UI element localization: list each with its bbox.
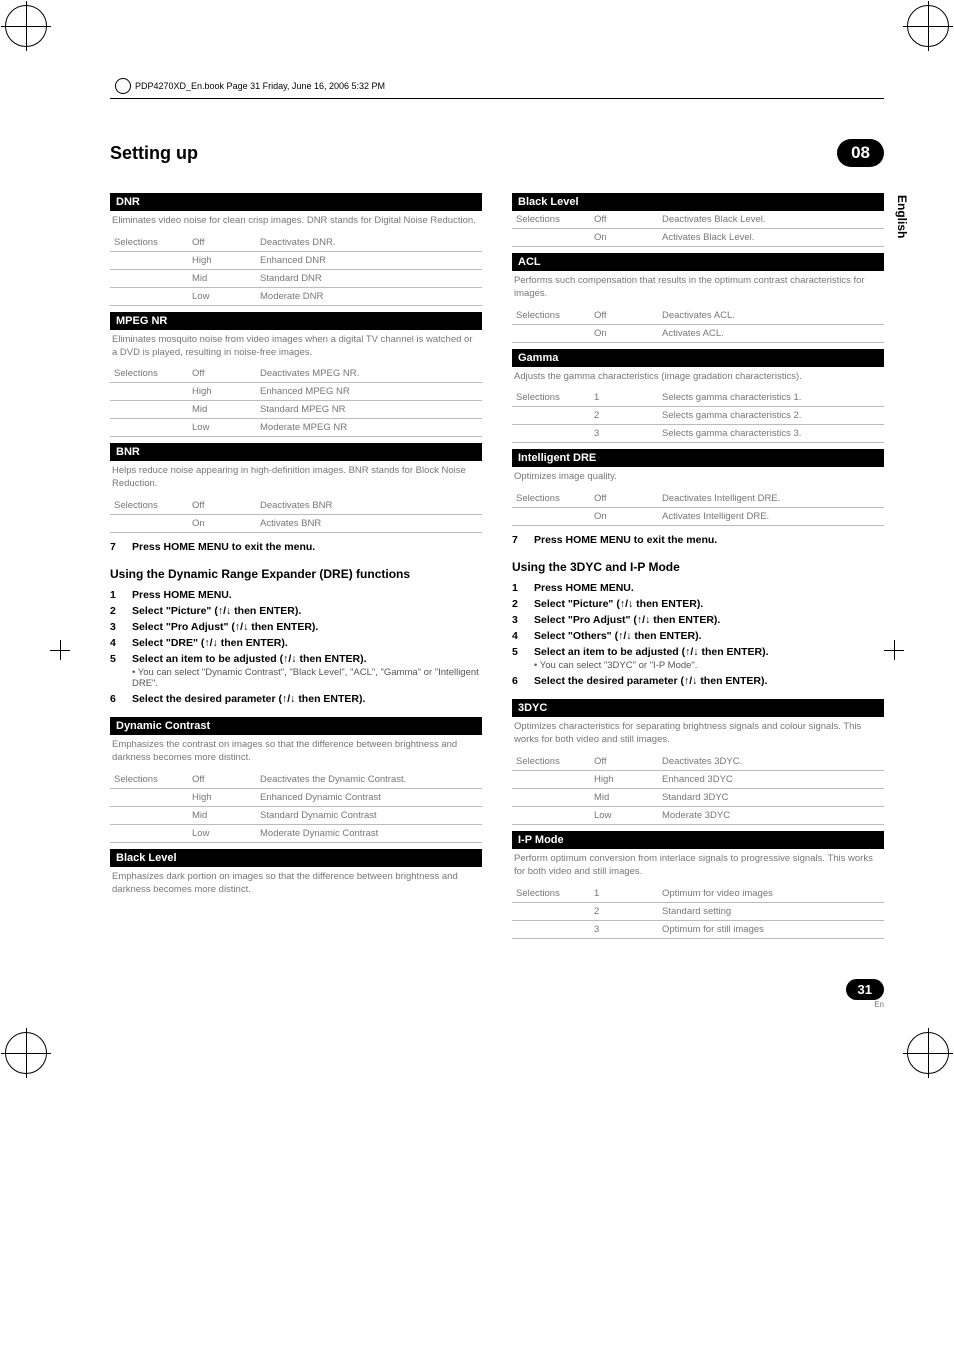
acl-title: ACL xyxy=(512,253,884,271)
step-item: 7Press HOME MENU to exit the menu. xyxy=(110,539,482,555)
blacklevel-table: SelectionsOffDeactivates Black Level. On… xyxy=(512,211,884,247)
table-row: MidStandard 3DYC xyxy=(512,788,884,806)
step-item: 6Select the desired parameter (↑/↓ then … xyxy=(110,691,482,707)
dnr-table: SelectionsOffDeactivates DNR. HighEnhanc… xyxy=(110,234,482,306)
table-row: MidStandard MPEG NR xyxy=(110,401,482,419)
left-column: DNR Eliminates video noise for clean cri… xyxy=(110,187,482,939)
table-row: 3Optimum for still images xyxy=(512,920,884,938)
gamma-title: Gamma xyxy=(512,349,884,367)
table-row: 3Selects gamma characteristics 3. xyxy=(512,425,884,443)
acl-table: SelectionsOffDeactivates ACL. OnActivate… xyxy=(512,307,884,343)
tdyc-table: SelectionsOffDeactivates 3DYC. HighEnhan… xyxy=(512,753,884,825)
step-item: 2Select "Picture" (↑/↓ then ENTER). xyxy=(110,603,482,619)
table-row: SelectionsOffDeactivates MPEG NR. xyxy=(110,365,482,383)
registration-mark-icon xyxy=(907,5,949,47)
step-item: 3Select "Pro Adjust" (↑/↓ then ENTER). xyxy=(110,619,482,635)
table-row: OnActivates BNR xyxy=(110,515,482,533)
print-marks-top xyxy=(0,0,954,70)
table-row: SelectionsOffDeactivates 3DYC. xyxy=(512,753,884,771)
cross-mark-icon xyxy=(884,640,904,660)
mpegnr-title: MPEG NR xyxy=(110,312,482,330)
tdyc-desc: Optimizes characteristics for separating… xyxy=(512,717,884,753)
dre-heading: Using the Dynamic Range Expander (DRE) f… xyxy=(110,567,482,581)
table-row: OnActivates Intelligent DRE. xyxy=(512,508,884,526)
ipmode-title: I-P Mode xyxy=(512,831,884,849)
table-row: SelectionsOffDeactivates the Dynamic Con… xyxy=(110,771,482,789)
spiral-icon xyxy=(115,78,131,94)
bnr-table: SelectionsOffDeactivates BNR OnActivates… xyxy=(110,497,482,533)
idre-desc: Optimizes image quality. xyxy=(512,467,884,490)
step-item: 3Select "Pro Adjust" (↑/↓ then ENTER). xyxy=(512,612,884,628)
mpegnr-desc: Eliminates mosquito noise from video ima… xyxy=(110,330,482,366)
table-row: LowModerate Dynamic Contrast xyxy=(110,824,482,842)
acl-desc: Performs such compensation that results … xyxy=(512,271,884,307)
registration-mark-icon xyxy=(5,1032,47,1074)
language-tab: English xyxy=(895,195,909,238)
step-item: 1Press HOME MENU. xyxy=(512,580,884,596)
table-row: Selections1Selects gamma characteristics… xyxy=(512,389,884,407)
dyncontrast-title: Dynamic Contrast xyxy=(110,717,482,735)
header-rule xyxy=(110,98,884,99)
registration-mark-icon xyxy=(907,1032,949,1074)
right-column: Black Level SelectionsOffDeactivates Bla… xyxy=(512,187,884,939)
blacklevel-right-title: Black Level xyxy=(512,193,884,211)
table-row: HighEnhanced 3DYC xyxy=(512,770,884,788)
table-row: MidStandard DNR xyxy=(110,269,482,287)
ipmode-table: Selections1Optimum for video images 2Sta… xyxy=(512,885,884,939)
step-item: 6Select the desired parameter (↑/↓ then … xyxy=(512,673,884,689)
step-item: 5Select an item to be adjusted (↑/↓ then… xyxy=(110,651,482,691)
section-number-badge: 08 xyxy=(837,139,884,167)
table-row: LowModerate 3DYC xyxy=(512,806,884,824)
mpegnr-table: SelectionsOffDeactivates MPEG NR. HighEn… xyxy=(110,365,482,437)
bnr-title: BNR xyxy=(110,443,482,461)
table-row: MidStandard Dynamic Contrast xyxy=(110,806,482,824)
dnr-desc: Eliminates video noise for clean crisp i… xyxy=(110,211,482,234)
bnr-desc: Helps reduce noise appearing in high-def… xyxy=(110,461,482,497)
table-row: SelectionsOffDeactivates Black Level. xyxy=(512,211,884,229)
idre-table: SelectionsOffDeactivates Intelligent DRE… xyxy=(512,490,884,526)
ipmode-desc: Perform optimum conversion from interlac… xyxy=(512,849,884,885)
table-row: SelectionsOffDeactivates ACL. xyxy=(512,307,884,325)
page-number-badge: 31 xyxy=(846,979,884,1000)
table-row: 2Standard setting xyxy=(512,902,884,920)
step-item: 5Select an item to be adjusted (↑/↓ then… xyxy=(512,644,884,673)
ip-heading: Using the 3DYC and I-P Mode xyxy=(512,560,884,574)
table-row: Selections1Optimum for video images xyxy=(512,885,884,903)
table-row: SelectionsOffDeactivates BNR xyxy=(110,497,482,515)
dyncontrast-table: SelectionsOffDeactivates the Dynamic Con… xyxy=(110,771,482,843)
table-row: SelectionsOffDeactivates Intelligent DRE… xyxy=(512,490,884,508)
step-item: 1Press HOME MENU. xyxy=(110,587,482,603)
table-row: HighEnhanced Dynamic Contrast xyxy=(110,788,482,806)
tdyc-title: 3DYC xyxy=(512,699,884,717)
dyncontrast-desc: Emphasizes the contrast on images so tha… xyxy=(110,735,482,771)
step-item: 4Select "DRE" (↑/↓ then ENTER). xyxy=(110,635,482,651)
table-row: OnActivates Black Level. xyxy=(512,229,884,247)
table-row: 2Selects gamma characteristics 2. xyxy=(512,407,884,425)
table-row: HighEnhanced MPEG NR xyxy=(110,383,482,401)
idre-title: Intelligent DRE xyxy=(512,449,884,467)
ip-steps: 1Press HOME MENU. 2Select "Picture" (↑/↓… xyxy=(512,580,884,689)
gamma-desc: Adjusts the gamma characteristics (image… xyxy=(512,367,884,390)
cross-mark-icon xyxy=(50,640,70,660)
table-row: SelectionsOffDeactivates DNR. xyxy=(110,234,482,252)
registration-mark-icon xyxy=(5,5,47,47)
table-row: LowModerate MPEG NR xyxy=(110,419,482,437)
step-item: 4Select "Others" (↑/↓ then ENTER). xyxy=(512,628,884,644)
table-row: HighEnhanced DNR xyxy=(110,251,482,269)
page-title: Setting up xyxy=(110,143,198,164)
dnr-title: DNR xyxy=(110,193,482,211)
table-row: LowModerate DNR xyxy=(110,287,482,305)
dre-steps: 1Press HOME MENU. 2Select "Picture" (↑/↓… xyxy=(110,587,482,707)
table-row: OnActivates ACL. xyxy=(512,324,884,342)
gamma-table: Selections1Selects gamma characteristics… xyxy=(512,389,884,443)
step-item: 7Press HOME MENU to exit the menu. xyxy=(512,532,884,548)
print-marks-bottom xyxy=(0,1009,954,1079)
step-item: 2Select "Picture" (↑/↓ then ENTER). xyxy=(512,596,884,612)
book-line: PDP4270XD_En.book Page 31 Friday, June 1… xyxy=(135,81,385,91)
book-metadata: PDP4270XD_En.book Page 31 Friday, June 1… xyxy=(115,78,954,94)
page-lang: En xyxy=(0,1000,884,1009)
blacklevel-left-desc: Emphasizes dark portion on images so tha… xyxy=(110,867,482,903)
blacklevel-left-title: Black Level xyxy=(110,849,482,867)
